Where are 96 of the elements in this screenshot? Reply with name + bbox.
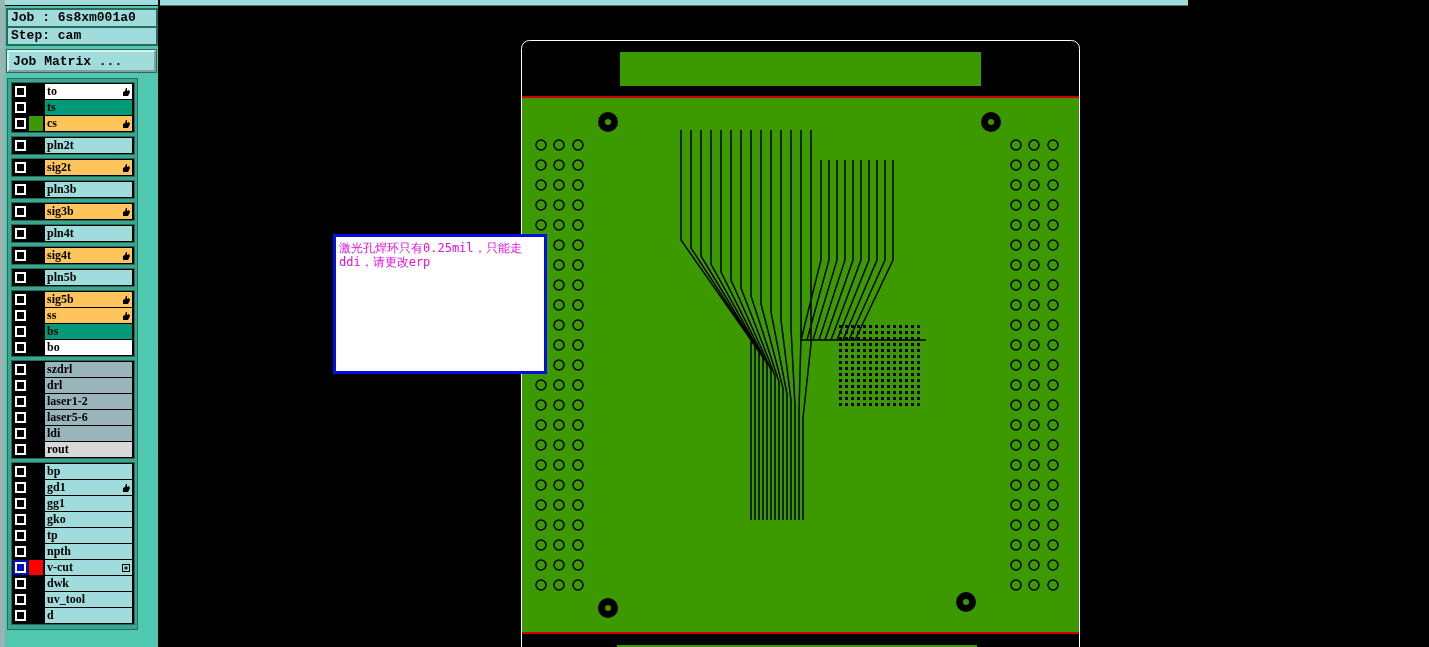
layer-name-row[interactable]: bo <box>45 340 132 355</box>
layer-name: gko <box>47 512 66 527</box>
layer-checkbox[interactable] <box>15 228 26 239</box>
layer-name: bp <box>47 464 61 479</box>
layer-checkbox[interactable] <box>15 206 26 217</box>
layer-name-row[interactable]: laser1-2 <box>45 394 132 409</box>
layer-name-row[interactable]: sig3b <box>45 204 132 219</box>
layer-name: dwk <box>47 576 69 591</box>
layer-name-row[interactable]: pln4t <box>45 226 132 241</box>
layer-name: laser5-6 <box>47 410 88 425</box>
layer-checkbox[interactable] <box>15 562 26 573</box>
layer-name: sig5b <box>47 292 74 307</box>
layer-name-row[interactable]: pln5b <box>45 270 132 285</box>
layer-checkbox[interactable] <box>15 326 26 337</box>
layer-name-row[interactable]: gd1 <box>45 480 132 495</box>
layer-name: laser1-2 <box>47 394 88 409</box>
layer-checkbox[interactable] <box>15 342 26 353</box>
layer-checkbox[interactable] <box>15 466 26 477</box>
layer-name-row[interactable]: ts <box>45 100 132 115</box>
layer-checkbox[interactable] <box>15 310 26 321</box>
layer-checkbox[interactable] <box>15 364 26 375</box>
layer-checkbox[interactable] <box>15 294 26 305</box>
layer-name-row[interactable]: ss <box>45 308 132 323</box>
layer-checkbox[interactable] <box>15 530 26 541</box>
note-text: 激光孔焊环只有0.25mil，只能走ddi，请更改erp <box>333 234 547 374</box>
job-label: Job : 6s8xm001a0 <box>6 8 158 28</box>
layer-name: ss <box>47 308 57 323</box>
layer-checkbox[interactable] <box>15 272 26 283</box>
layer-name: ldi <box>47 426 61 441</box>
layer-checkbox[interactable] <box>15 412 26 423</box>
layer-name: cs <box>47 116 57 131</box>
layer-name: to <box>47 84 57 99</box>
layer-name-row[interactable]: d <box>45 608 132 623</box>
layer-checkbox[interactable] <box>15 444 26 455</box>
layer-name-row[interactable]: dwk <box>45 576 132 591</box>
layer-name-row[interactable]: cs <box>45 116 132 131</box>
layer-name: szdrl <box>47 362 73 377</box>
job-matrix-button[interactable]: Job Matrix ... <box>7 50 156 72</box>
layer-checkbox[interactable] <box>15 482 26 493</box>
layer-name: ts <box>47 100 56 115</box>
layer-name-row[interactable]: pln3b <box>45 182 132 197</box>
layer-checkbox[interactable] <box>15 498 26 509</box>
layer-name: npth <box>47 544 72 559</box>
layer-name-row[interactable]: bs <box>45 324 132 339</box>
layer-name-row[interactable]: sig5b <box>45 292 132 307</box>
layer-name: pln2t <box>47 138 74 153</box>
layer-name: gg1 <box>47 496 65 511</box>
layer-name: sig4t <box>47 248 71 263</box>
layer-name: tp <box>47 528 58 543</box>
layer-name: v-cut <box>47 560 73 575</box>
layer-checkbox[interactable] <box>15 184 26 195</box>
layer-checkbox[interactable] <box>15 396 26 407</box>
layer-name: bs <box>47 324 59 339</box>
layer-name: drl <box>47 378 63 393</box>
layer-name: sig3b <box>47 204 74 219</box>
layer-checkbox[interactable] <box>15 86 26 97</box>
layer-checkbox[interactable] <box>15 594 26 605</box>
layer-name-row[interactable]: gg1 <box>45 496 132 511</box>
layer-name: d <box>47 608 54 623</box>
layer-name-row[interactable]: sig2t <box>45 160 132 175</box>
layer-name: pln5b <box>47 270 77 285</box>
layer-name-row[interactable]: drl <box>45 378 132 393</box>
layer-name-row[interactable]: rout <box>45 442 132 457</box>
layer-name: pln3b <box>47 182 77 197</box>
layer-name-row[interactable]: to <box>45 84 132 99</box>
layer-checkbox[interactable] <box>15 118 26 129</box>
layer-name-row[interactable]: pln2t <box>45 138 132 153</box>
layer-checkbox[interactable] <box>15 380 26 391</box>
layer-name-row[interactable]: uv_tool <box>45 592 132 607</box>
layer-checkbox[interactable] <box>15 578 26 589</box>
layer-name-row[interactable]: tp <box>45 528 132 543</box>
layer-checkbox[interactable] <box>15 162 26 173</box>
layer-name-row[interactable]: gko <box>45 512 132 527</box>
layer-checkbox[interactable] <box>15 140 26 151</box>
layer-name-row[interactable]: bp <box>45 464 132 479</box>
step-label: Step: cam <box>6 28 158 46</box>
scroll-bar[interactable] <box>160 0 1188 6</box>
layer-name: pln4t <box>47 226 74 241</box>
layer-name: rout <box>47 442 69 457</box>
layer-checkbox[interactable] <box>15 514 26 525</box>
layer-name-row[interactable]: sig4t <box>45 248 132 263</box>
layer-name: gd1 <box>47 480 66 495</box>
expand-icon[interactable] <box>122 563 130 572</box>
layer-checkbox[interactable] <box>15 250 26 261</box>
layer-name-row[interactable]: ldi <box>45 426 132 441</box>
layer-name: uv_tool <box>47 592 85 607</box>
layer-name-row[interactable]: laser5-6 <box>45 410 132 425</box>
layer-checkbox[interactable] <box>15 102 26 113</box>
layer-name: bo <box>47 340 60 355</box>
layer-checkbox[interactable] <box>15 428 26 439</box>
layer-checkbox[interactable] <box>15 610 26 621</box>
layer-checkbox[interactable] <box>15 546 26 557</box>
layer-name-row[interactable]: szdrl <box>45 362 132 377</box>
layer-name: sig2t <box>47 160 71 175</box>
layer-name-row[interactable]: v-cut <box>45 560 132 575</box>
layer-name-row[interactable]: npth <box>45 544 132 559</box>
